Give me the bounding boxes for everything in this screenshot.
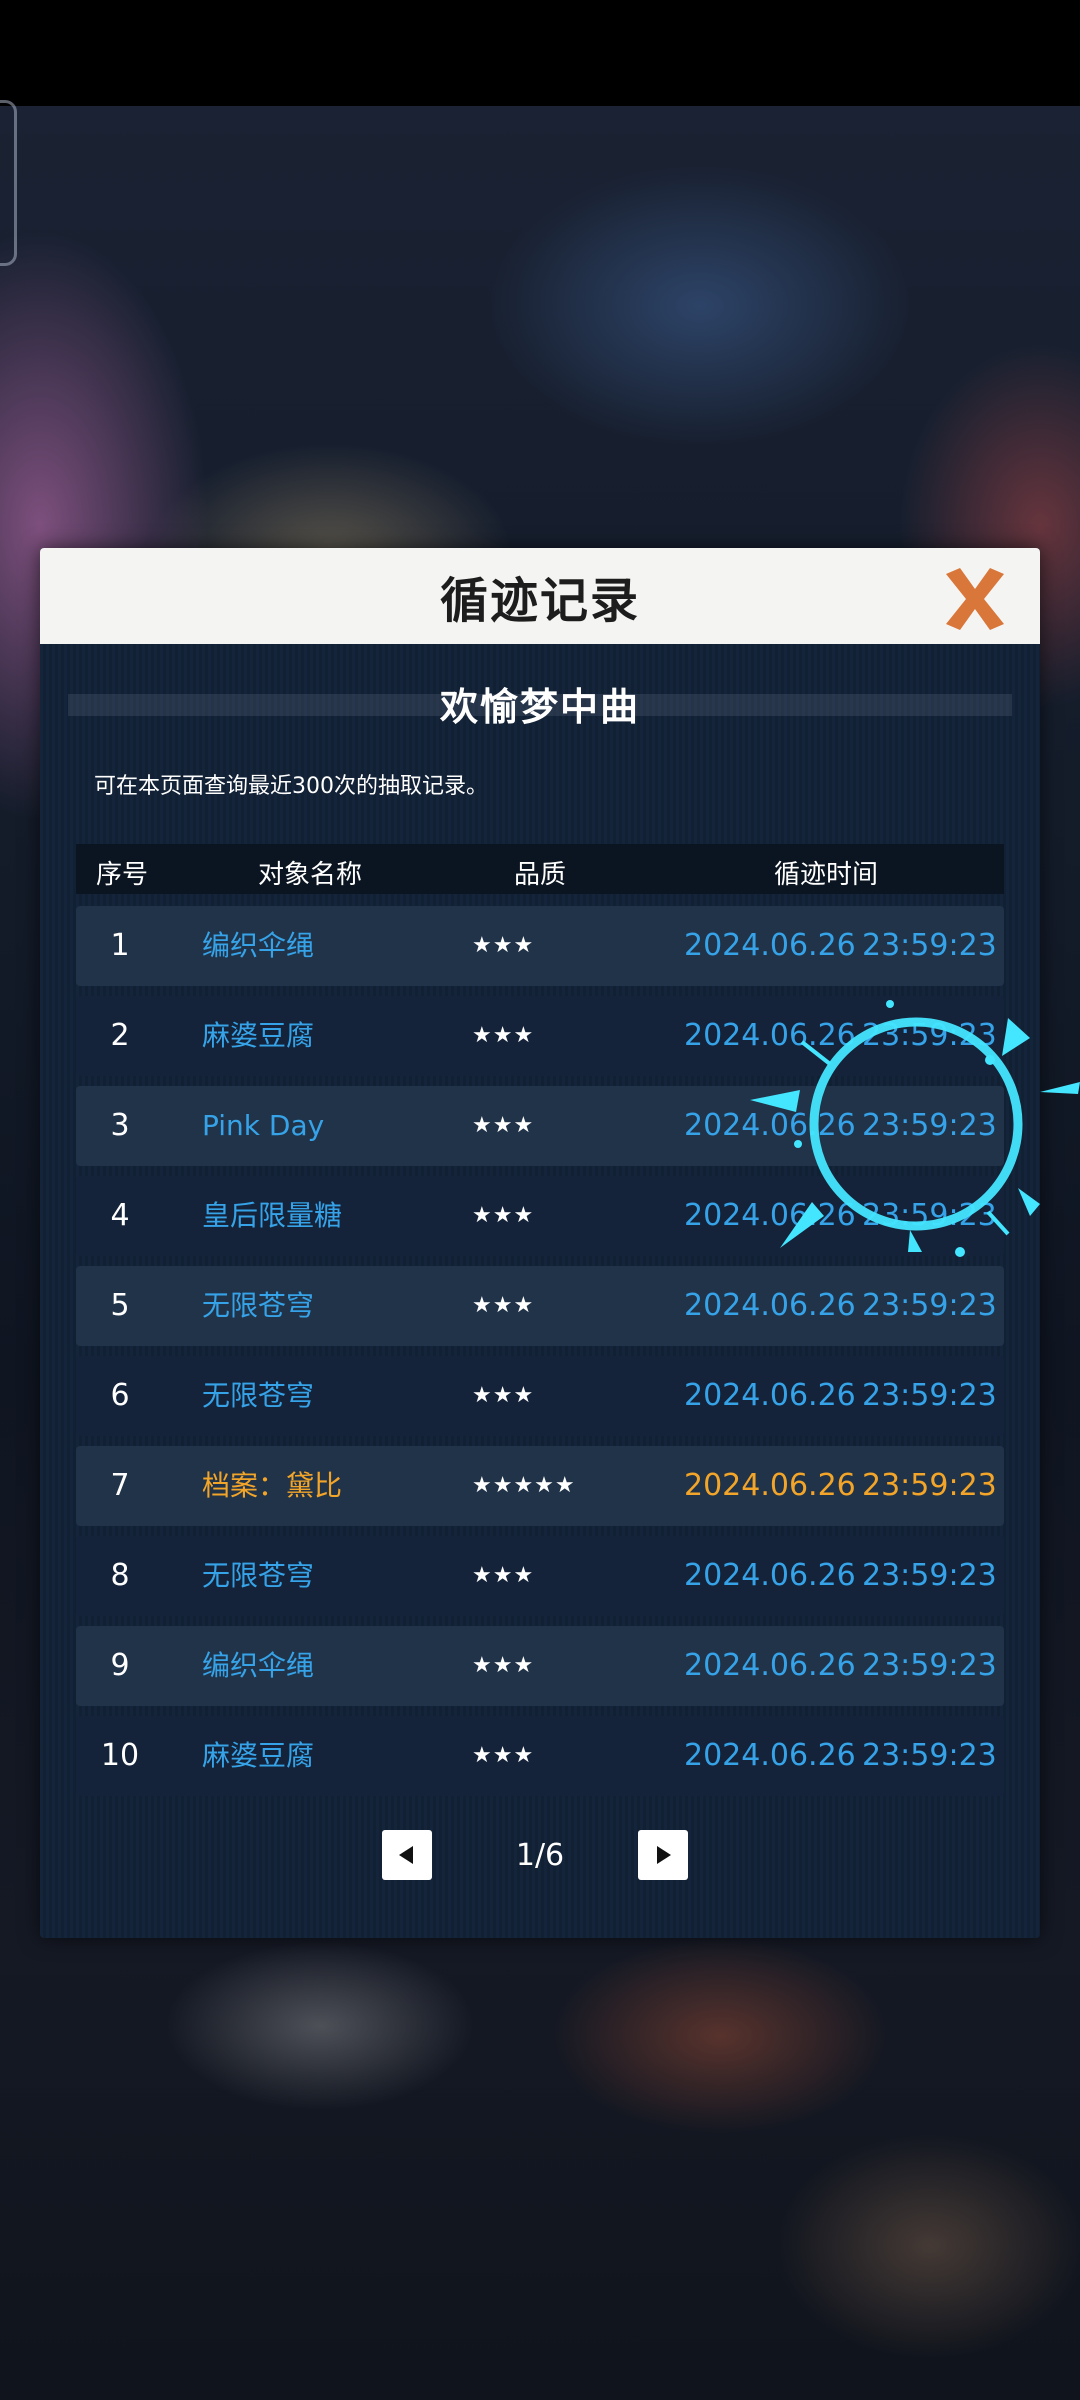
table-row: 4 皇后限量糖 ★★★ 2024.06.26 23:59:23 <box>76 1176 1004 1256</box>
triangle-right-icon <box>657 1846 671 1864</box>
row-index: 2 <box>110 1018 130 1053</box>
row-date: 2024.06.26 <box>684 1108 856 1143</box>
table-row: 10 麻婆豆腐 ★★★ 2024.06.26 23:59:23 <box>76 1716 1004 1796</box>
row-name: 档案：黛比 <box>202 1469 343 1502</box>
prev-page-button[interactable] <box>382 1830 432 1880</box>
row-name: 无限苍穹 <box>202 1379 315 1412</box>
row-name: 编织伞绳 <box>202 929 315 962</box>
dialog-header: 循迹记录 <box>40 548 1040 644</box>
triangle-left-icon <box>399 1846 413 1864</box>
info-text: 可在本页面查询最近300次的抽取记录。 <box>94 774 488 799</box>
header-name: 对象名称 <box>258 860 363 890</box>
close-button[interactable] <box>938 564 1012 634</box>
row-name: 麻婆豆腐 <box>202 1019 315 1052</box>
page-indicator: 1/6 <box>515 1838 565 1873</box>
row-stars: ★★★★★ <box>472 1473 576 1498</box>
close-icon <box>946 568 1004 630</box>
row-index: 1 <box>110 928 130 963</box>
row-stars: ★★★ <box>472 1743 535 1768</box>
row-date: 2024.06.26 <box>684 1018 856 1053</box>
row-stars: ★★★ <box>472 1383 535 1408</box>
row-time: 23:59:23 <box>862 1558 997 1593</box>
row-date: 2024.06.26 <box>684 1648 856 1683</box>
row-time: 23:59:23 <box>862 1198 997 1233</box>
row-date: 2024.06.26 <box>684 1198 856 1233</box>
row-name: Pink Day <box>202 1109 325 1142</box>
table-row: 5 无限苍穹 ★★★ 2024.06.26 23:59:23 <box>76 1266 1004 1346</box>
row-index: 6 <box>110 1378 130 1413</box>
row-date: 2024.06.26 <box>684 1738 856 1773</box>
row-time: 23:59:23 <box>862 1378 997 1413</box>
row-index: 5 <box>110 1288 130 1323</box>
next-page-button[interactable] <box>638 1830 688 1880</box>
table-row: 3 Pink Day ★★★ 2024.06.26 23:59:23 <box>76 1086 1004 1166</box>
row-time: 23:59:23 <box>862 928 997 963</box>
status-bar <box>0 0 1080 106</box>
row-stars: ★★★ <box>472 1023 535 1048</box>
row-time: 23:59:23 <box>862 1468 997 1503</box>
row-name: 皇后限量糖 <box>202 1199 343 1232</box>
side-frame-decoration <box>0 100 17 266</box>
row-stars: ★★★ <box>472 933 535 958</box>
row-name: 编织伞绳 <box>202 1649 315 1682</box>
row-time: 23:59:23 <box>862 1648 997 1683</box>
row-name: 麻婆豆腐 <box>202 1739 315 1772</box>
table-row: 1 编织伞绳 ★★★ 2024.06.26 23:59:23 <box>76 906 1004 986</box>
row-date: 2024.06.26 <box>684 1378 856 1413</box>
row-date: 2024.06.26 <box>684 1558 856 1593</box>
banner-title: 欢愉梦中曲 <box>439 685 640 729</box>
row-name: 无限苍穹 <box>202 1559 315 1592</box>
table-row: 6 无限苍穹 ★★★ 2024.06.26 23:59:23 <box>76 1356 1004 1436</box>
row-index: 3 <box>110 1108 130 1143</box>
row-time: 23:59:23 <box>862 1108 997 1143</box>
header-quality: 品质 <box>514 860 567 890</box>
dialog-title: 循迹记录 <box>439 573 640 629</box>
gacha-record-dialog: 循迹记录 欢愉梦中曲 可在本页面查询最近300次的抽取记录。 序号 对象名称 品… <box>40 548 1040 1938</box>
row-name: 无限苍穹 <box>202 1289 315 1322</box>
row-date: 2024.06.26 <box>684 1468 856 1503</box>
row-index: 9 <box>110 1648 130 1683</box>
table-row: 8 无限苍穹 ★★★ 2024.06.26 23:59:23 <box>76 1536 1004 1616</box>
row-date: 2024.06.26 <box>684 1288 856 1323</box>
row-index: 8 <box>110 1558 130 1593</box>
table-row: 2 麻婆豆腐 ★★★ 2024.06.26 23:59:23 <box>76 996 1004 1076</box>
pagination: 1/6 <box>40 1830 1040 1880</box>
row-stars: ★★★ <box>472 1293 535 1318</box>
row-stars: ★★★ <box>472 1653 535 1678</box>
row-stars: ★★★ <box>472 1113 535 1138</box>
row-index: 4 <box>110 1198 130 1233</box>
row-stars: ★★★ <box>472 1563 535 1588</box>
table-header: 序号 对象名称 品质 循迹时间 <box>76 844 1004 894</box>
row-time: 23:59:23 <box>862 1738 997 1773</box>
row-time: 23:59:23 <box>862 1018 997 1053</box>
table-row: 7 档案：黛比 ★★★★★ 2024.06.26 23:59:23 <box>76 1446 1004 1526</box>
row-stars: ★★★ <box>472 1203 535 1228</box>
header-time: 循迹时间 <box>774 860 879 890</box>
header-index: 序号 <box>96 860 149 890</box>
row-index: 10 <box>100 1738 140 1773</box>
row-index: 7 <box>110 1468 130 1503</box>
row-date: 2024.06.26 <box>684 928 856 963</box>
row-time: 23:59:23 <box>862 1288 997 1323</box>
table-row: 9 编织伞绳 ★★★ 2024.06.26 23:59:23 <box>76 1626 1004 1706</box>
